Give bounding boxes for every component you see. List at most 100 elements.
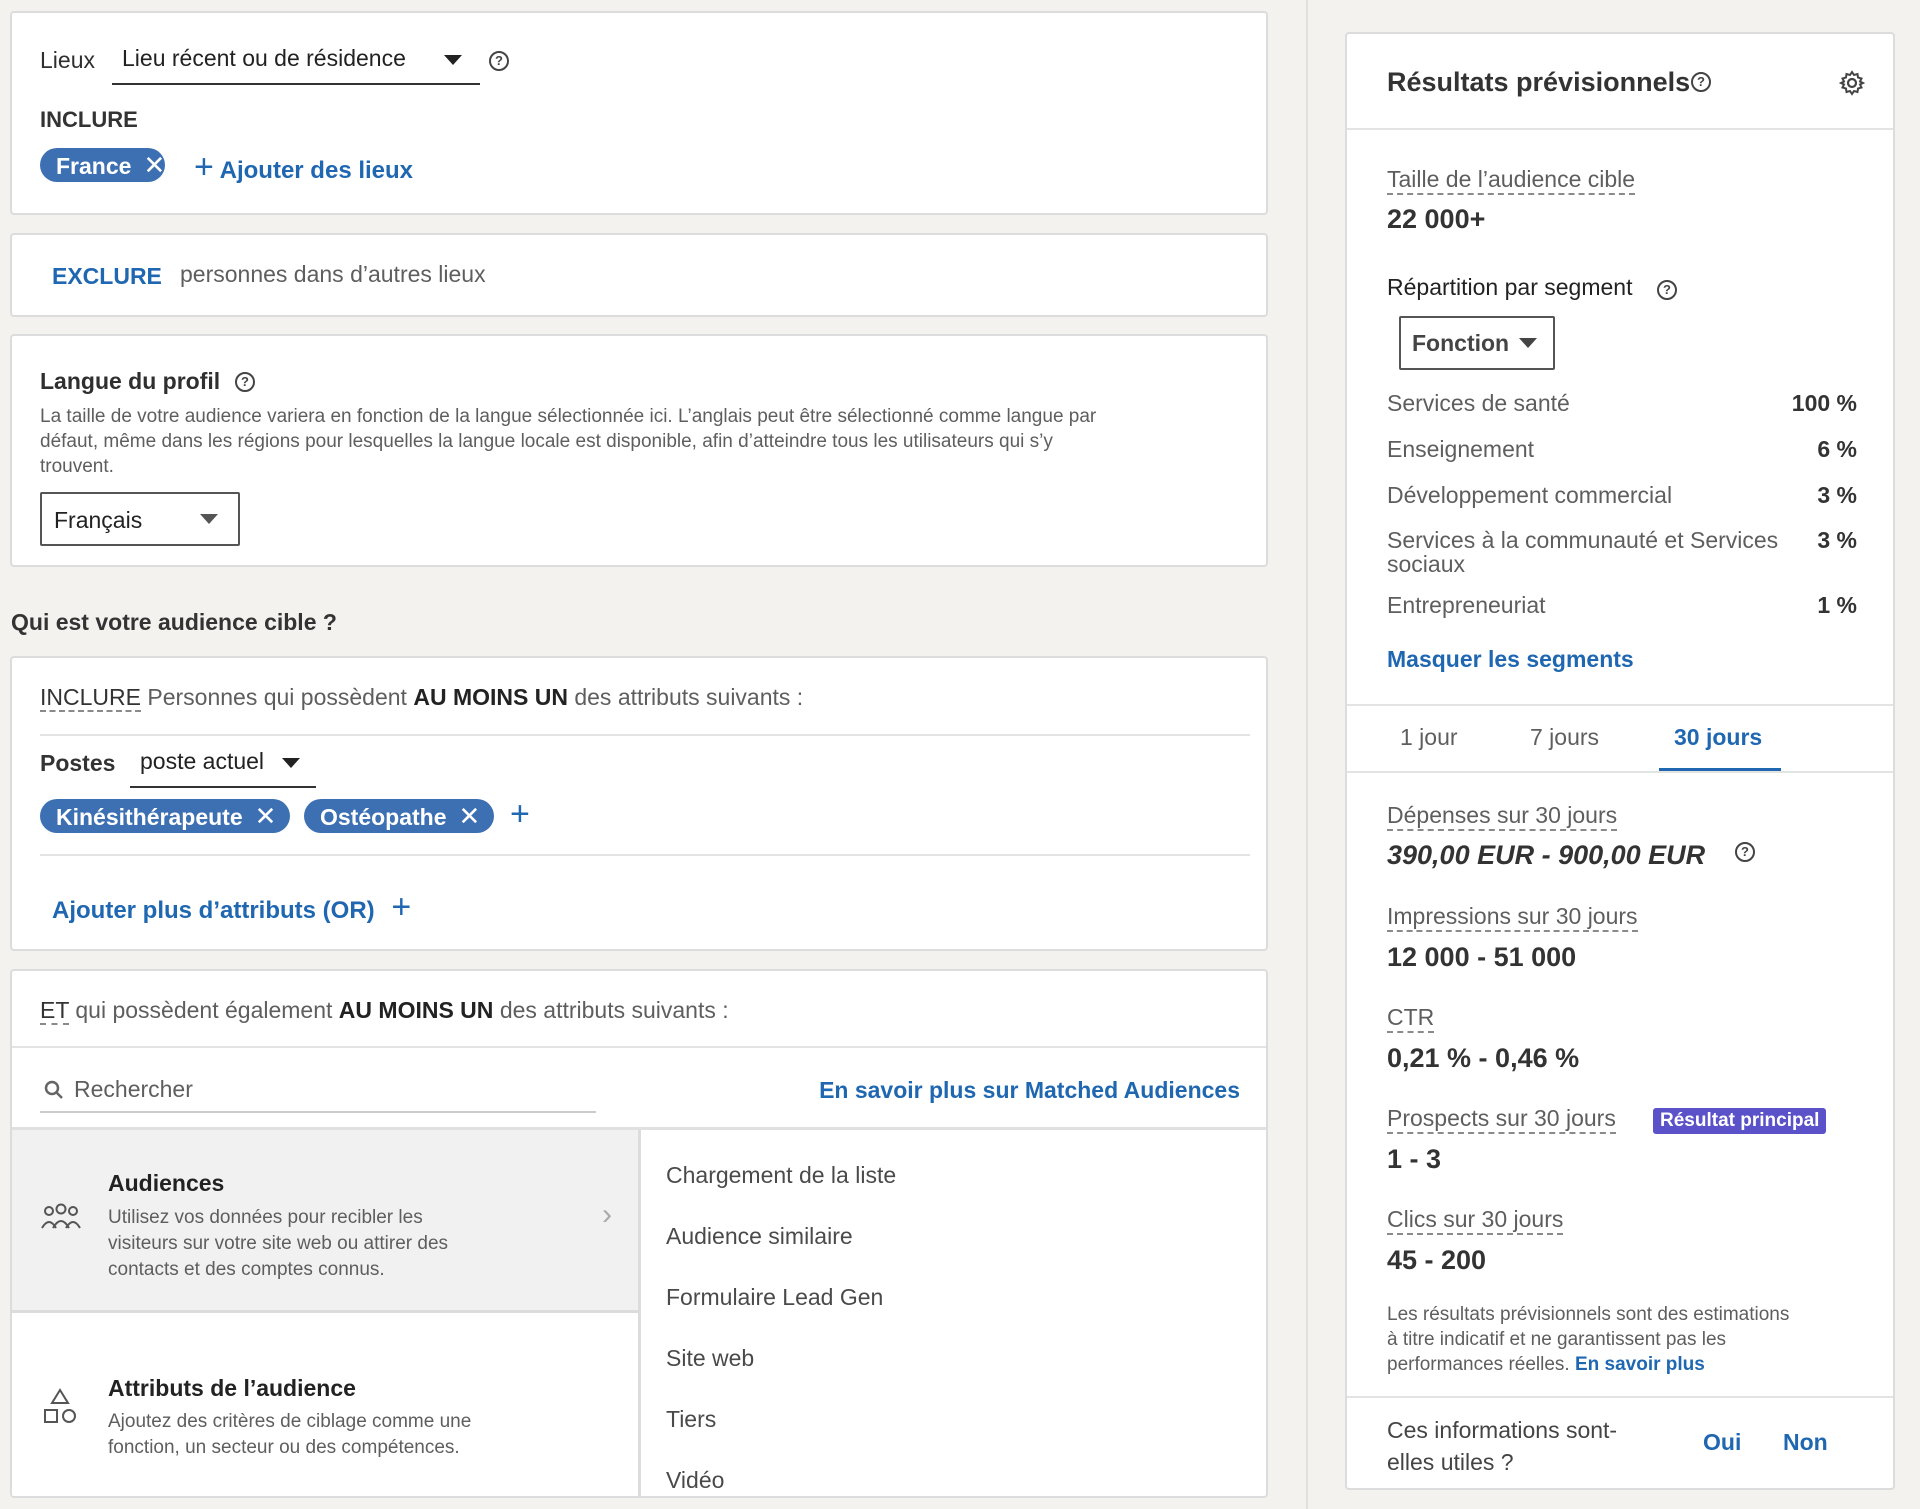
segment-name: sociaux [1387,551,1465,577]
impressions-value: 12 000 - 51 000 [1387,942,1577,972]
add-title-plus-icon[interactable]: + [510,797,530,831]
spend-label[interactable]: Dépenses sur 30 jours [1387,802,1618,831]
tab-7-days[interactable]: 7 jours [1530,724,1599,751]
include-label[interactable]: INCLURE [40,684,141,712]
locations-label: Lieux [40,47,95,73]
description-line: visiteurs sur votre site web ou attirer … [108,1233,449,1254]
divider [1347,128,1893,130]
option-item[interactable]: Tiers [666,1389,896,1450]
add-locations-button[interactable]: + Ajouter des lieux [194,150,413,185]
chip-osteopathe[interactable]: Ostéopathe ✕ [304,799,495,833]
chevron-down-icon [200,514,218,524]
help-icon[interactable]: ? [235,372,255,392]
close-icon[interactable]: ✕ [143,148,165,182]
divider [1347,1396,1893,1398]
and-label[interactable]: ET [40,997,69,1025]
and-text-before: qui possèdent également [75,997,333,1023]
postes-dropdown[interactable]: poste actuel [130,744,316,788]
option-item[interactable]: Audience similaire [666,1206,896,1267]
chip-label: Ostéopathe [320,804,447,830]
category-audience-attributes[interactable]: Attributs de l’audience Ajoutez des crit… [12,1313,638,1496]
segment-row: Enseignement 6 % [1387,436,1857,482]
description-line: La taille de votre audience variera en f… [40,406,1097,427]
segments-list: Services de santé 100 % Enseignement 6 %… [1387,390,1857,638]
search-input[interactable]: Rechercher [40,1073,596,1113]
panel-separator [1306,0,1308,1509]
segment-row: Services à la communauté et Services soc… [1387,528,1857,592]
audience-size-label[interactable]: Taille de l’audience cible [1387,166,1636,195]
close-icon[interactable]: ✕ [459,799,481,833]
segment-value: 3 % [1817,482,1857,508]
people-group-icon [41,1203,81,1229]
divider [40,734,1250,736]
segment-label: Répartition par segment [1387,274,1633,300]
chip-label: France [56,153,132,179]
chip-france[interactable]: France ✕ [40,148,166,182]
feedback-no-button[interactable]: Non [1783,1429,1828,1456]
options-list: Chargement de la liste Audience similair… [666,1145,896,1496]
help-icon[interactable]: ? [1691,72,1711,92]
leads-label[interactable]: Prospects sur 30 jours [1387,1105,1616,1134]
language-select-value: Français [54,507,143,533]
hide-segments-link[interactable]: Masquer les segments [1387,646,1634,673]
profile-language-title: Langue du profil [40,368,221,394]
tab-1-day[interactable]: 1 jour [1400,724,1458,751]
add-more-label: Ajouter plus d’attributs (OR) [52,897,375,924]
location-type-dropdown[interactable]: Lieu récent ou de résidence [112,41,480,85]
feedback-yes-button[interactable]: Oui [1703,1429,1741,1456]
segment-name: Services de santé [1387,390,1570,416]
tab-30-days[interactable]: 30 jours [1674,724,1762,751]
add-more-attributes-button[interactable]: Ajouter plus d’attributs (OR) + [52,890,411,925]
description-line: trouvent. [40,456,114,477]
forecast-panel: Résultats prévisionnels ? Taille de l’au… [1345,32,1895,1490]
impressions-label[interactable]: Impressions sur 30 jours [1387,903,1638,932]
ctr-label[interactable]: CTR [1387,1004,1435,1033]
exclude-label[interactable]: EXCLURE [52,263,162,290]
close-icon[interactable]: ✕ [255,799,277,833]
category-title: Attributs de l’audience [108,1375,356,1401]
option-item[interactable]: Site web [666,1328,896,1389]
help-icon[interactable]: ? [489,51,509,71]
disclaimer-line: performances réelles. En savoir plus [1387,1352,1789,1377]
segment-dropdown[interactable]: Fonction [1399,316,1555,370]
learn-more-link[interactable]: En savoir plus [1575,1354,1705,1375]
clicks-label[interactable]: Clics sur 30 jours [1387,1206,1564,1235]
matched-audiences-link[interactable]: En savoir plus sur Matched Audiences [819,1077,1240,1104]
segment-value: 1 % [1817,592,1857,618]
option-item[interactable]: Vidéo [666,1450,896,1496]
exclude-card[interactable]: EXCLURE personnes dans d’autres lieux [10,233,1268,317]
chevron-down-icon [282,758,300,768]
segment-name: Enseignement [1387,436,1535,462]
disclaimer-text: performances réelles. [1387,1354,1570,1375]
shapes-icon [44,1388,76,1423]
disclaimer-line: à titre indicatif et ne garantissent pas… [1387,1329,1727,1350]
feedback-line: elles utiles ? [1387,1449,1514,1475]
location-type-value: Lieu récent ou de résidence [122,45,406,71]
description-line: fonction, un secteur ou des compétences. [108,1437,460,1458]
option-item[interactable]: Formulaire Lead Gen [666,1267,896,1328]
ctr-value: 0,21 % - 0,46 % [1387,1043,1580,1073]
audience-heading: Qui est votre audience cible ? [11,609,337,635]
segment-row: Services de santé 100 % [1387,390,1857,436]
add-locations-label: Ajouter des lieux [219,157,414,184]
leads-value: 1 - 3 [1387,1144,1442,1174]
divider [40,854,1250,856]
chip-kinesitherapeute[interactable]: Kinésithérapeute ✕ [40,799,291,833]
divider [12,1046,1266,1048]
gear-icon[interactable] [1839,70,1865,96]
help-icon[interactable]: ? [1657,280,1677,300]
postes-dropdown-value: poste actuel [140,748,265,774]
segment-value: 100 % [1791,390,1857,416]
option-item[interactable]: Chargement de la liste [666,1145,896,1206]
segment-row: Développement commercial 3 % [1387,482,1857,528]
search-icon [44,1080,63,1099]
include-card: INCLURE Personnes qui possèdent AU MOINS… [10,656,1268,951]
include-sentence: INCLURE Personnes qui possèdent AU MOINS… [40,684,803,712]
category-audiences[interactable]: Audiences Utilisez vos données pour reci… [12,1130,638,1313]
category-description: Ajoutez des critères de ciblage comme un… [108,1409,471,1461]
chip-label: Kinésithérapeute [56,804,243,830]
profile-language-card: Langue du profil ? La taille de votre au… [10,334,1268,567]
help-icon[interactable]: ? [1735,842,1755,862]
language-select[interactable]: Français [40,492,240,546]
clicks-value: 45 - 200 [1387,1245,1487,1275]
